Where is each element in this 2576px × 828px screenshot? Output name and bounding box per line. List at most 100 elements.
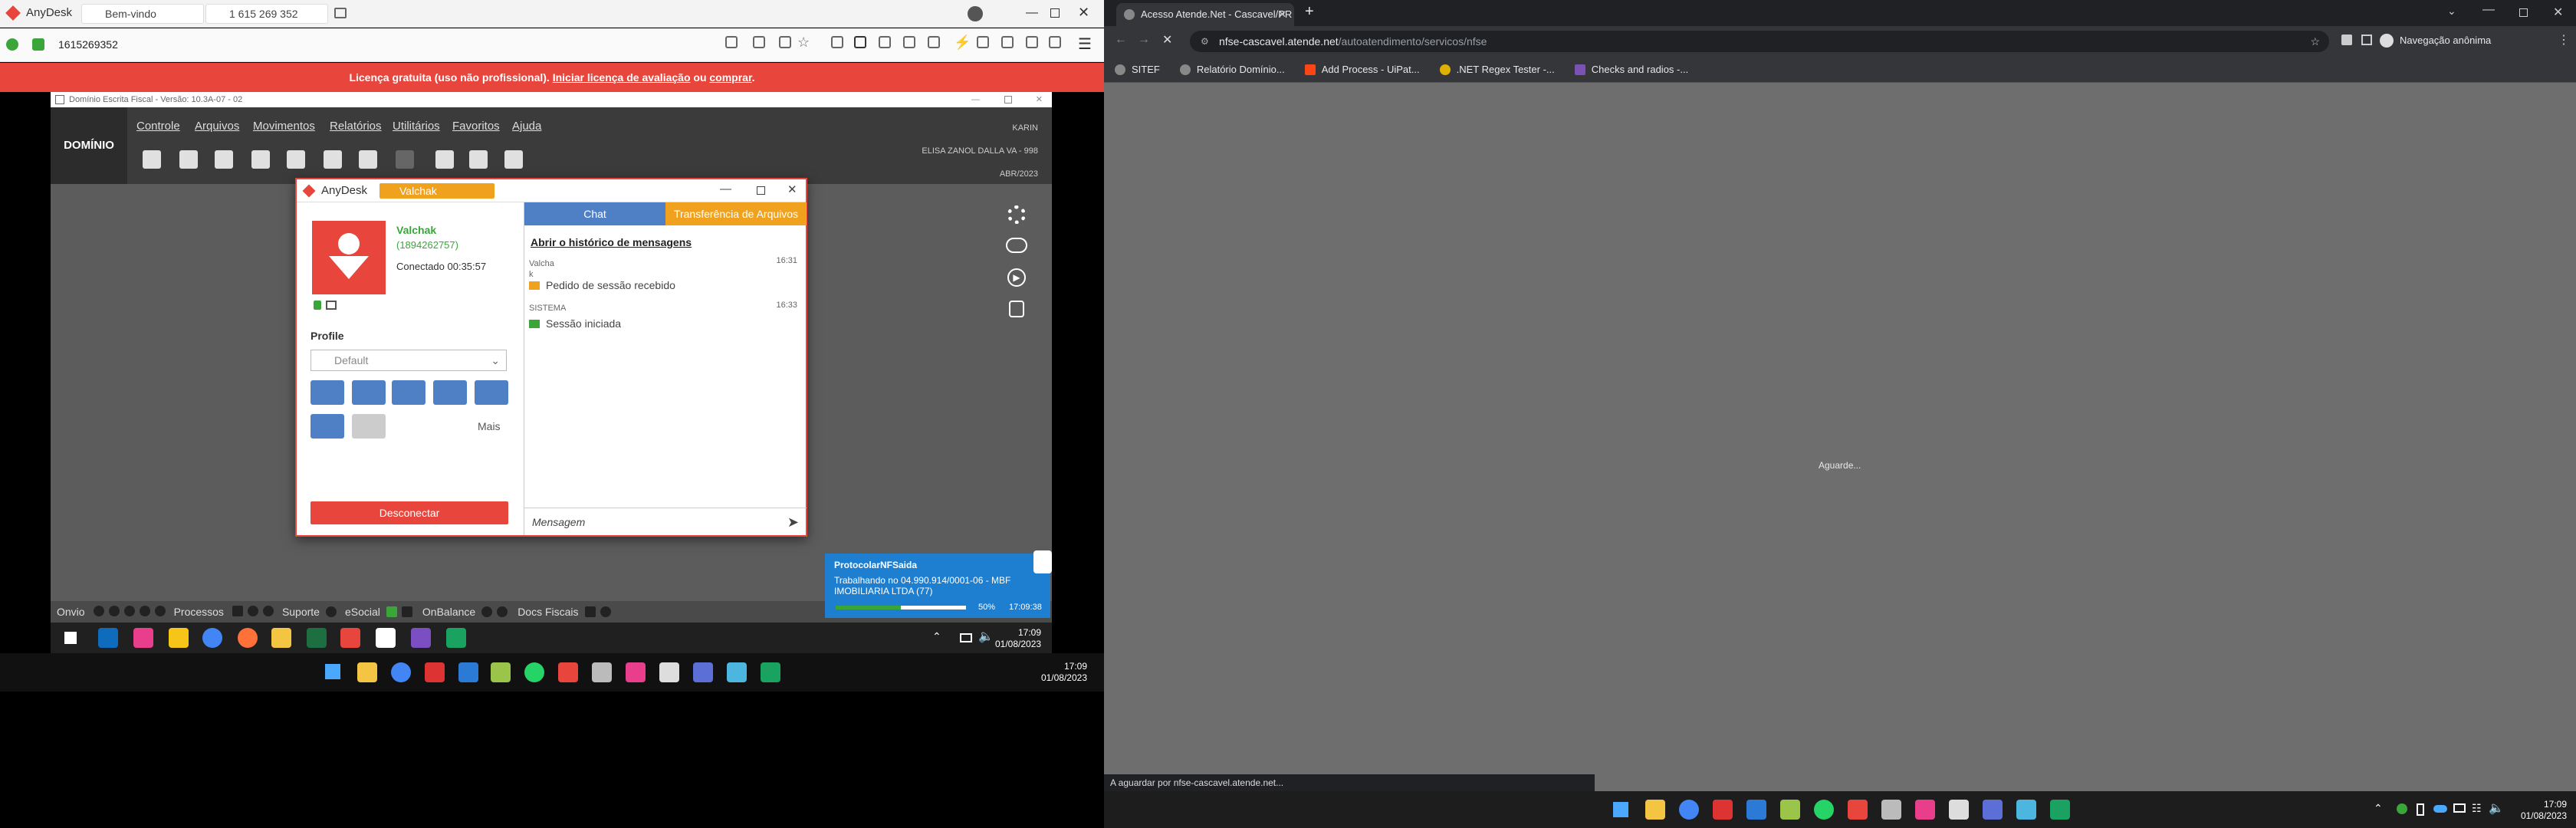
tab-remote[interactable]: 1 615 269 352 xyxy=(205,4,328,24)
message-history-link[interactable]: Abrir o histórico de mensagens xyxy=(531,236,692,248)
right-app-icon-4[interactable] xyxy=(1881,800,1901,820)
right-onenote-icon[interactable] xyxy=(1915,800,1935,820)
cloud-upload-icon[interactable] xyxy=(1006,238,1027,253)
menu-arquivos[interactable]: Arquivos xyxy=(195,120,239,133)
session-screen-button[interactable] xyxy=(475,380,508,405)
back-icon[interactable]: ← xyxy=(1115,33,1127,47)
minimize-icon[interactable]: — xyxy=(1026,6,1038,20)
toolbar-icon-7[interactable] xyxy=(903,36,915,48)
tab-close-icon[interactable]: ✕ xyxy=(1278,3,1286,26)
status-onbalance[interactable]: OnBalance xyxy=(422,606,475,618)
session-file-button[interactable] xyxy=(352,380,386,405)
menu-utilitarios[interactable]: Utilitários xyxy=(393,120,440,133)
local-app-icon-2[interactable] xyxy=(458,662,478,682)
toolbar-icon-6[interactable] xyxy=(879,36,891,48)
windows-start-icon[interactable] xyxy=(64,632,77,644)
app-green-icon[interactable] xyxy=(446,628,466,648)
tray-speaker-icon[interactable]: 🔈 xyxy=(2489,800,2504,816)
local-explorer-icon[interactable] xyxy=(357,662,377,682)
dominio-close-icon[interactable]: ✕ xyxy=(1036,92,1043,107)
database-icon[interactable] xyxy=(1009,301,1024,317)
toolbar-icon-3[interactable] xyxy=(779,36,791,48)
message-input[interactable]: Mensagem ➤ xyxy=(524,508,807,535)
download-icon[interactable] xyxy=(968,6,983,21)
dominio-min-icon[interactable]: — xyxy=(971,92,980,107)
tab-search-icon[interactable]: ⌄ xyxy=(2447,5,2456,18)
notification-side-icon[interactable] xyxy=(1033,550,1052,573)
session-draw-button[interactable] xyxy=(310,414,344,439)
toolbar-icon-8[interactable] xyxy=(928,36,940,48)
toolbar-icon-12[interactable] xyxy=(1049,36,1061,48)
profile-select[interactable]: Default ⌄ xyxy=(310,350,507,371)
disconnect-button[interactable]: Desconectar xyxy=(310,501,508,524)
local-app-icon-6[interactable] xyxy=(693,662,713,682)
toolbar-icon-2[interactable] xyxy=(753,36,765,48)
onenote-icon[interactable] xyxy=(133,628,153,648)
sticky-notes-icon[interactable] xyxy=(169,628,189,648)
menu-favoritos[interactable]: Favoritos xyxy=(452,120,500,133)
right-app-icon-3[interactable] xyxy=(1780,800,1800,820)
local-app-icon-4[interactable] xyxy=(592,662,612,682)
local-app-icon-3[interactable] xyxy=(491,662,511,682)
toolbar-icon-1[interactable] xyxy=(725,36,738,48)
right-start-icon[interactable] xyxy=(1613,802,1628,817)
toolbar-icon-11[interactable] xyxy=(1026,36,1038,48)
play-icon[interactable]: ▶ xyxy=(1007,268,1026,287)
doc-icon-2[interactable] xyxy=(215,150,233,169)
new-tab-plus-icon[interactable]: + xyxy=(1305,3,1314,21)
send-icon[interactable]: ➤ xyxy=(787,508,799,536)
local-app-icon-7[interactable] xyxy=(727,662,747,682)
remote-address[interactable]: 1615269352 xyxy=(58,38,118,51)
status-docs-fiscais[interactable]: Docs Fiscais xyxy=(518,606,578,618)
tray-up-icon[interactable]: ⌃ xyxy=(2374,802,2383,815)
maximize-icon[interactable] xyxy=(1050,8,1060,18)
local-anydesk-icon[interactable] xyxy=(558,662,578,682)
menu-relatorios[interactable]: Relatórios xyxy=(330,120,382,133)
forward-icon[interactable]: → xyxy=(1138,33,1150,47)
chrome-minimize-icon[interactable]: — xyxy=(2482,3,2495,17)
status-suporte[interactable]: Suporte xyxy=(282,606,320,618)
bookmark-uipath[interactable]: Add Process - UiPat... xyxy=(1304,64,1420,75)
menu-icon[interactable]: ☰ xyxy=(1078,34,1092,54)
local-app-icon-1[interactable] xyxy=(425,662,445,682)
status-esocial[interactable]: eSocial xyxy=(345,606,380,618)
browser-tab[interactable]: Acesso Atende.Net - Cascavel/PR ✕ xyxy=(1116,3,1294,26)
session-clipboard-button[interactable] xyxy=(392,380,426,405)
tray-chevron-icon[interactable]: ⌃ xyxy=(932,630,941,643)
session-audio-button[interactable] xyxy=(433,380,467,405)
outlook-icon[interactable] xyxy=(98,628,118,648)
building-icon[interactable] xyxy=(143,150,161,169)
more-button[interactable]: Mais xyxy=(478,420,501,432)
menu-controle[interactable]: Controle xyxy=(136,120,180,133)
right-app-icon-5[interactable] xyxy=(1949,800,1969,820)
local-chrome-icon[interactable] xyxy=(391,662,411,682)
firefox-icon[interactable] xyxy=(238,628,258,648)
chrome-menu-icon[interactable]: ⋮ xyxy=(2558,32,2570,48)
bookmark-star-icon[interactable]: ☆ xyxy=(2310,31,2320,52)
right-app-icon-2[interactable] xyxy=(1746,800,1766,820)
sidepanel-icon[interactable] xyxy=(2361,34,2372,45)
toolbar-icon-10[interactable] xyxy=(1001,36,1014,48)
local-app-icon-5[interactable] xyxy=(659,662,679,682)
chrome-maximize-icon[interactable] xyxy=(2519,8,2528,17)
dialog-maximize-icon[interactable] xyxy=(757,186,765,195)
status-onvio[interactable]: Onvio xyxy=(57,606,85,618)
toolbar-icon-9[interactable] xyxy=(977,36,989,48)
tab-welcome[interactable]: Bem-vindo xyxy=(81,4,204,24)
new-tab-icon[interactable] xyxy=(334,8,347,18)
bookmark-sitef[interactable]: SITEF xyxy=(1115,64,1160,75)
anydesk-taskbar-icon[interactable] xyxy=(340,628,360,648)
star-icon[interactable]: ☆ xyxy=(797,34,810,51)
dialog-session-tab[interactable]: Valchak xyxy=(380,183,495,199)
local-whatsapp-icon[interactable] xyxy=(524,662,544,682)
dominio-taskbar-icon[interactable] xyxy=(376,628,396,648)
bookmark-checks[interactable]: Checks and radios -... xyxy=(1574,64,1688,75)
grid-icon[interactable] xyxy=(324,150,342,169)
menu-movimentos[interactable]: Movimentos xyxy=(253,120,315,133)
right-whatsapp-icon[interactable] xyxy=(1814,800,1834,820)
folder-icon[interactable] xyxy=(271,628,291,648)
incognito-label[interactable]: Navegação anônima xyxy=(2400,34,2491,46)
right-explorer-icon[interactable] xyxy=(1645,800,1665,820)
doc-icon-3[interactable] xyxy=(251,150,270,169)
bookmark-relatorio[interactable]: Relatório Domínio... xyxy=(1179,64,1285,75)
